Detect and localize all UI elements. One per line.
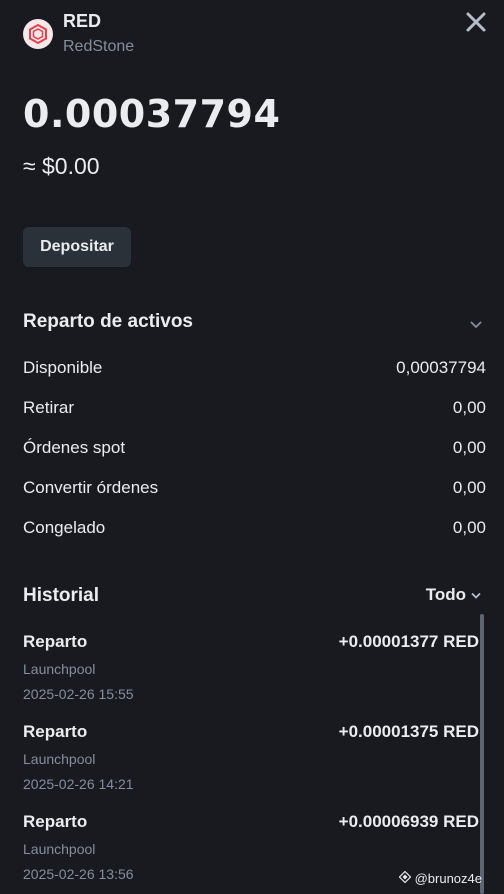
history-item[interactable]: Reparto +0.00001375 RED Launchpool 2025-…	[23, 722, 479, 802]
allocation-label: Disponible	[23, 358, 103, 377]
allocation-title: Reparto de activos	[23, 311, 193, 332]
history-title: Historial	[23, 585, 100, 606]
allocation-label: Congelado	[23, 518, 106, 537]
redstone-logo-icon	[23, 19, 53, 49]
history-item-source: Launchpool	[23, 841, 96, 857]
allocation-row-available: Disponible 0,00037794	[23, 356, 486, 380]
allocation-value: 0,00	[452, 438, 486, 457]
coin-balance: 0.00037794	[23, 92, 281, 136]
history-item-source: Launchpool	[23, 751, 96, 767]
history-item-time: 2025-02-26 15:55	[23, 686, 134, 702]
allocation-label: Retirar	[23, 398, 75, 417]
chevron-down-icon	[470, 585, 482, 605]
history-item[interactable]: Reparto +0.00001377 RED Launchpool 2025-…	[23, 632, 479, 712]
allocation-row-withdraw: Retirar 0,00	[23, 396, 486, 420]
coin-name: RedStone	[63, 38, 135, 55]
binance-diamond-icon	[398, 870, 411, 886]
coin-header: RED RedStone	[23, 10, 488, 62]
allocation-row-convert-orders: Convertir órdenes 0,00	[23, 476, 486, 500]
allocation-row-spot-orders: Órdenes spot 0,00	[23, 436, 486, 460]
coin-symbol: RED	[63, 11, 102, 31]
usd-equivalent: ≈ $0.00	[23, 153, 100, 179]
allocation-row-frozen: Congelado 0,00	[23, 516, 486, 540]
allocation-value: 0,00	[452, 478, 486, 497]
history-item-time: 2025-02-26 14:21	[23, 776, 134, 792]
history-item-type: Reparto	[23, 722, 88, 741]
history-item-source: Launchpool	[23, 661, 96, 677]
history-item-type: Reparto	[23, 632, 88, 651]
history-filter-dropdown[interactable]: Todo	[426, 585, 482, 605]
history-item-type: Reparto	[23, 812, 88, 831]
allocation-value: 0,00	[452, 398, 486, 417]
history-item-amount: +0.00001375 RED	[338, 722, 479, 741]
allocation-value: 0,00	[452, 518, 486, 537]
history-filter-label: Todo	[425, 585, 466, 604]
deposit-button[interactable]: Depositar	[23, 227, 131, 267]
history-item-amount: +0.00006939 RED	[338, 812, 479, 831]
allocation-label: Convertir órdenes	[23, 478, 159, 497]
watermark-text: @brunoz4e	[414, 871, 482, 886]
history-item-time: 2025-02-26 13:56	[23, 866, 134, 882]
allocation-label: Órdenes spot	[23, 438, 126, 457]
history-item-amount: +0.00001377 RED	[338, 632, 479, 651]
history-scrollbar[interactable]	[480, 614, 484, 894]
watermark: @brunoz4e	[398, 870, 482, 886]
chevron-down-icon[interactable]	[469, 316, 483, 334]
close-icon[interactable]	[464, 10, 488, 34]
allocation-value: 0,00037794	[396, 358, 486, 377]
